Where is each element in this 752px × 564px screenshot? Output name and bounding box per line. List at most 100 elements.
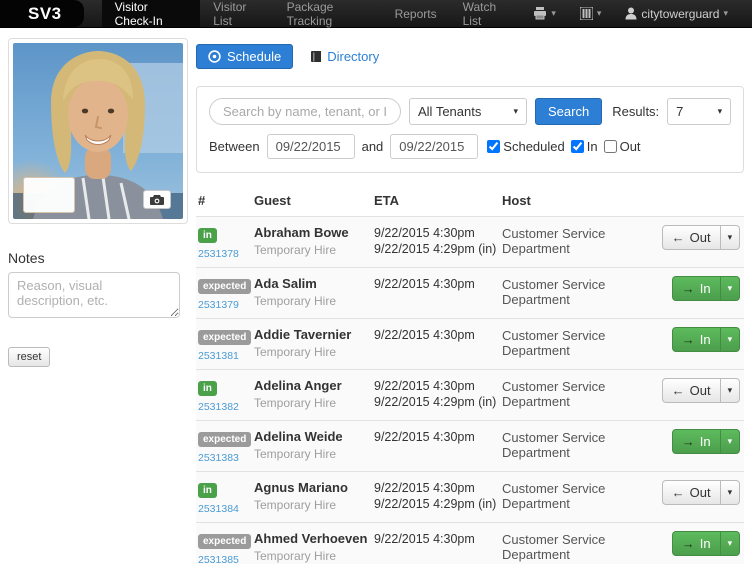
caret-down-icon: ▾	[551, 8, 556, 18]
book-icon	[311, 50, 322, 63]
filter-checkbox-label: In	[586, 139, 598, 154]
host-name: Customer Service Department	[502, 379, 606, 409]
visitor-sidebar: Notes reset	[0, 28, 196, 367]
check-action-splitbutton: → In ▾	[671, 429, 741, 454]
action-dropdown-toggle[interactable]: ▾	[720, 378, 741, 403]
person-icon	[625, 7, 637, 20]
take-photo-button[interactable]	[143, 190, 171, 209]
visitor-photo	[13, 43, 183, 219]
guest-name: Addie Tavernier	[254, 327, 352, 342]
table-header: # Guest ETA Host	[196, 189, 744, 216]
date-from-input[interactable]	[266, 134, 355, 159]
tenant-select-value: All Tenants	[418, 104, 482, 119]
brand-logo[interactable]: SV3	[0, 0, 84, 27]
camera-icon	[150, 194, 164, 205]
check-action-button[interactable]: ← Out	[661, 225, 721, 250]
main-panel: Schedule Directory All Tenants ▾	[196, 28, 752, 564]
reset-button[interactable]: reset	[8, 347, 51, 367]
search-button[interactable]: Search	[535, 98, 603, 125]
guest-type: Temporary Hire	[254, 294, 337, 308]
guest-type: Temporary Hire	[254, 447, 337, 461]
eta-scheduled: 9/22/2015 4:30pm	[374, 379, 475, 393]
nav-item-package-tracking[interactable]: Package Tracking	[274, 0, 382, 28]
guest-name: Adelina Anger	[254, 378, 342, 393]
header-number: #	[198, 193, 206, 208]
filter-checkbox-in[interactable]: In	[570, 139, 598, 154]
print-menu-button[interactable]: ▾	[523, 0, 566, 27]
filter-checkbox-label: Scheduled	[503, 139, 565, 154]
direction-arrow-icon: ←	[671, 485, 685, 500]
check-action-label: In	[699, 332, 711, 347]
action-dropdown-toggle[interactable]: ▾	[720, 531, 741, 556]
check-action-button[interactable]: → In	[671, 327, 721, 352]
caret-down-icon: ▾	[513, 106, 518, 116]
check-action-label: Out	[689, 485, 711, 500]
nav-item-reports[interactable]: Reports	[382, 0, 450, 27]
action-dropdown-toggle[interactable]: ▾	[720, 225, 741, 250]
direction-arrow-icon: ←	[671, 230, 685, 245]
status-badge: in	[198, 381, 217, 396]
filter-checkbox-scheduled[interactable]: Scheduled	[487, 139, 565, 154]
tab-directory[interactable]: Directory	[311, 49, 379, 64]
results-select[interactable]: 7 ▾	[667, 98, 732, 125]
filter-checkbox-input[interactable]	[603, 140, 617, 153]
table-row: in 2531378 Abraham Bowe Temporary Hire 9…	[196, 216, 745, 267]
filter-checkbox-out[interactable]: Out	[603, 139, 641, 154]
guest-name: Ahmed Verhoeven	[254, 531, 368, 546]
visitor-id-link[interactable]: 2531381	[198, 350, 254, 362]
modules-menu-button[interactable]: ▾	[570, 0, 612, 27]
guest-name: Abraham Bowe	[254, 225, 349, 240]
filter-checkbox-input[interactable]	[570, 140, 584, 153]
nav-item-watch-list[interactable]: Watch List	[450, 0, 524, 28]
notes-input[interactable]	[8, 272, 180, 318]
guest-name: Adelina Weide	[254, 429, 343, 444]
table-row: expected 2531383 Adelina Weide Temporary…	[196, 420, 745, 471]
filter-checkbox-input[interactable]	[487, 140, 501, 153]
check-action-button[interactable]: ← Out	[661, 378, 721, 403]
check-action-button[interactable]: → In	[671, 429, 721, 454]
host-name: Customer Service Department	[502, 532, 606, 562]
nav-item-visitor-list[interactable]: Visitor List	[200, 0, 273, 28]
visitor-id-link[interactable]: 2531378	[198, 248, 254, 260]
guest-type: Temporary Hire	[254, 345, 337, 359]
eta-checkin: 9/22/2015 4:29pm (in)	[374, 395, 497, 409]
tab-schedule[interactable]: Schedule	[196, 44, 294, 69]
visitor-rows: in 2531378 Abraham Bowe Temporary Hire 9…	[196, 216, 745, 564]
direction-arrow-icon: →	[681, 536, 695, 551]
action-dropdown-toggle[interactable]: ▾	[720, 480, 741, 505]
visitor-id-link[interactable]: 2531385	[198, 554, 254, 564]
check-action-button[interactable]: → In	[671, 531, 721, 556]
check-action-button[interactable]: → In	[671, 276, 721, 301]
visitor-id-link[interactable]: 2531383	[198, 452, 254, 464]
tenant-select[interactable]: All Tenants ▾	[409, 98, 527, 125]
search-input[interactable]	[209, 98, 401, 125]
guest-type: Temporary Hire	[254, 396, 337, 410]
check-action-button[interactable]: ← Out	[661, 480, 721, 505]
action-dropdown-toggle[interactable]: ▾	[720, 429, 741, 454]
visitor-id-link[interactable]: 2531382	[198, 401, 254, 413]
eta-scheduled: 9/22/2015 4:30pm	[374, 481, 475, 495]
host-name: Customer Service Department	[502, 430, 606, 460]
visitor-id-link[interactable]: 2531384	[198, 503, 254, 515]
signature-pad-overlay	[23, 177, 75, 213]
eta-checkin: 9/22/2015 4:29pm (in)	[374, 242, 497, 256]
status-badge: in	[198, 228, 217, 243]
date-to-input[interactable]	[390, 134, 479, 159]
username-label: citytowerguard	[641, 6, 720, 21]
check-action-label: In	[699, 281, 711, 296]
eta-scheduled: 9/22/2015 4:30pm	[374, 430, 475, 444]
action-dropdown-toggle[interactable]: ▾	[720, 327, 741, 352]
results-select-value: 7	[676, 104, 684, 119]
check-action-label: In	[699, 434, 711, 449]
action-dropdown-toggle[interactable]: ▾	[720, 276, 741, 301]
check-action-splitbutton: ← Out ▾	[661, 378, 741, 403]
header-host: Host	[502, 193, 531, 208]
eta-scheduled: 9/22/2015 4:30pm	[374, 328, 475, 342]
direction-arrow-icon: ←	[671, 383, 685, 398]
navbar-right: ▾ ▾ citytowerguard ▾	[523, 0, 752, 27]
status-badge: in	[198, 483, 217, 498]
caret-down-icon: ▾	[717, 106, 723, 116]
user-menu-button[interactable]: citytowerguard ▾	[615, 0, 738, 27]
visitor-id-link[interactable]: 2531379	[198, 299, 254, 311]
nav-item-visitor-check-in[interactable]: Visitor Check-In	[101, 0, 201, 28]
